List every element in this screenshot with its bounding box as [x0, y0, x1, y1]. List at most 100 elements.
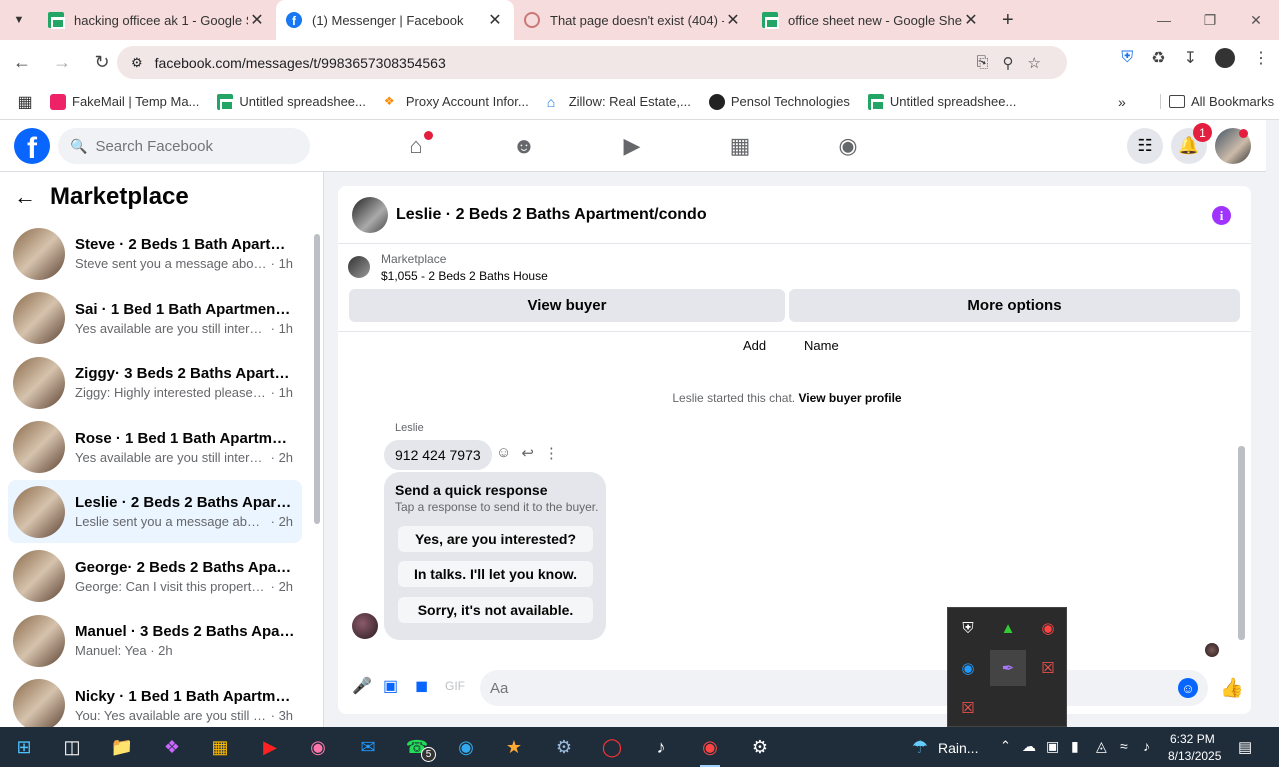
quick-reply-yes[interactable]: Yes, are you interested?	[398, 526, 593, 552]
nav-marketplace[interactable]: ▦	[710, 120, 770, 172]
chat-avatar[interactable]	[352, 196, 388, 233]
notification-center-icon[interactable]: ▤	[1238, 738, 1252, 756]
react-icon[interactable]: ☺	[496, 444, 511, 462]
shield-extension-icon[interactable]: ⛨	[1121, 49, 1133, 67]
conversation-item[interactable]: Rose · 1 Bed 1 Bath Apartment/condo Yes a…	[8, 416, 302, 479]
volume-icon[interactable]: ♪	[1143, 738, 1150, 754]
scrollbar-thumb[interactable]	[1238, 446, 1245, 640]
tab-search-dropdown-icon[interactable]: ▼	[0, 0, 38, 40]
browser-tab-3[interactable]: That page doesn't exist (404) - Facebook…	[514, 0, 752, 40]
quick-reply-sorry[interactable]: Sorry, it's not available.	[398, 597, 593, 623]
extensions-icon[interactable]: ♻	[1151, 48, 1165, 68]
onedrive-icon[interactable]: ☁	[1022, 738, 1036, 755]
bookmark-6[interactable]: Untitled spreadshee...	[867, 93, 1016, 111]
more-bookmarks-icon[interactable]: »	[1118, 94, 1126, 110]
conversation-item[interactable]: Sai · 1 Bed 1 Bath Apartment/condo Yes av…	[8, 287, 302, 350]
file-explorer-icon[interactable]: 📁	[102, 727, 142, 767]
back-icon[interactable]: ←	[4, 44, 40, 80]
reply-icon[interactable]: ↩	[521, 444, 534, 462]
new-tab-icon[interactable]: +	[1002, 9, 1014, 32]
message-bubble[interactable]: 912 424 7973	[384, 440, 492, 470]
nav-groups[interactable]: ◉	[818, 120, 878, 172]
google-drive-icon[interactable]: ▲	[990, 610, 1026, 646]
bookmark-4[interactable]: ⌂ Zillow: Real Estate,...	[547, 94, 691, 110]
tray-chevron-icon[interactable]: ⌃	[1000, 738, 1011, 754]
start-icon[interactable]: ⊞	[4, 727, 44, 767]
info-icon[interactable]: i	[1212, 206, 1231, 225]
reload-icon[interactable]: ↻	[84, 44, 120, 80]
all-bookmarks[interactable]: All Bookmarks	[1160, 94, 1274, 109]
app-icon[interactable]: ⚙	[544, 727, 584, 767]
pen-app-icon[interactable]: ✒	[990, 650, 1026, 686]
listing-thumbnail[interactable]	[348, 256, 370, 278]
window-close-icon[interactable]: ✕	[1233, 0, 1279, 40]
bookmark-3[interactable]: ❖ Proxy Account Infor...	[384, 94, 529, 110]
minimize-icon[interactable]: —	[1141, 0, 1187, 40]
conversation-item[interactable]: Leslie · 2 Beds 2 Baths Apartment/condo L…	[8, 480, 302, 543]
message-input[interactable]	[490, 679, 1170, 697]
view-buyer-profile-link[interactable]: View buyer profile	[798, 391, 901, 405]
conversation-item[interactable]: Manuel · 3 Beds 2 Baths Apartment/condo M…	[8, 609, 302, 672]
clock-date[interactable]: 8/13/2025	[1168, 749, 1221, 763]
task-view-icon[interactable]: ◫	[52, 727, 92, 767]
search-input[interactable]	[95, 137, 296, 155]
bookmark-star-icon[interactable]: ☆	[1028, 54, 1041, 72]
battery-icon[interactable]: ▮	[1071, 738, 1079, 755]
quick-reply-in-talks[interactable]: In talks. I'll let you know.	[398, 561, 593, 587]
listing-title[interactable]: $1,055 - 2 Beds 2 Baths House	[381, 269, 548, 283]
app-error-icon[interactable]: ☒	[950, 690, 986, 726]
conversation-scrollbar[interactable]	[312, 222, 322, 727]
nav-watch[interactable]: ▶	[602, 120, 662, 172]
weather-icon[interactable]: ☂	[900, 727, 940, 767]
url-bar[interactable]: ⚙ facebook.com/messages/t/99836573083545…	[117, 46, 1067, 79]
edge-icon[interactable]: ◉	[446, 727, 486, 767]
menu-button[interactable]: ☷	[1127, 128, 1163, 164]
browser-tab-2[interactable]: f (1) Messenger | Facebook ✕	[276, 0, 514, 40]
search-box[interactable]: 🔍	[58, 128, 310, 164]
tray-app-icon[interactable]: ◬	[1096, 738, 1107, 755]
install-app-icon[interactable]: ⎘	[977, 54, 989, 71]
tiktok-icon[interactable]: ♪	[641, 727, 681, 767]
close-tab-icon[interactable]: ✕	[248, 10, 266, 30]
chat-scrollbar[interactable]	[1235, 334, 1249, 656]
browser-tab-4[interactable]: office sheet new - Google Sheets ✕	[752, 0, 990, 40]
clock-time[interactable]: 6:32 PM	[1170, 732, 1215, 746]
app-error-icon[interactable]: ☒	[1030, 650, 1066, 686]
app-icon[interactable]: ◉	[298, 727, 338, 767]
photo-icon[interactable]: ▣	[383, 676, 398, 696]
close-tab-icon[interactable]: ✕	[486, 10, 504, 30]
facebook-logo[interactable]: f	[14, 128, 50, 164]
scrollbar-thumb[interactable]	[314, 234, 320, 524]
site-settings-icon[interactable]: ⚙	[131, 55, 143, 71]
youtube-icon[interactable]: ▶	[250, 727, 290, 767]
more-options-button[interactable]: More options	[789, 289, 1240, 322]
emoji-icon[interactable]: ☺	[1178, 678, 1198, 698]
settings-icon[interactable]: ⚙	[740, 727, 780, 767]
copilot-icon[interactable]: ❖	[152, 727, 192, 767]
view-buyer-button[interactable]: View buyer	[349, 289, 785, 322]
back-arrow-icon[interactable]: ←	[0, 184, 50, 210]
bookmark-2[interactable]: Untitled spreadshee...	[217, 93, 366, 111]
restore-icon[interactable]: ❐	[1187, 0, 1233, 40]
sender-avatar[interactable]	[352, 613, 378, 639]
conversation-item[interactable]: Steve · 2 Beds 1 Bath Apartment/condo Ste…	[8, 222, 302, 285]
zoom-icon[interactable]: ⚲	[1003, 54, 1014, 72]
close-tab-icon[interactable]: ✕	[724, 10, 742, 30]
downloads-icon[interactable]: ↧	[1184, 48, 1197, 68]
bookmark-1[interactable]: FakeMail | Temp Ma...	[50, 93, 199, 110]
chrome-icon[interactable]: ◉	[1030, 610, 1066, 646]
menu-kebab-icon[interactable]: ⋮	[1253, 48, 1269, 68]
tray-app-icon[interactable]: ▣	[1046, 738, 1059, 755]
nav-home[interactable]: ⌂	[386, 120, 446, 172]
like-icon[interactable]: 👍	[1220, 676, 1244, 700]
security-shield-icon[interactable]: ⛨	[950, 610, 986, 646]
conversation-item[interactable]: George· 2 Beds 2 Baths Apartment/condo Ge…	[8, 545, 302, 608]
page-scrollbar[interactable]	[1266, 120, 1279, 727]
message-input-box[interactable]: ☺	[480, 670, 1208, 706]
close-tab-icon[interactable]: ✕	[962, 10, 980, 30]
apps-grid-icon[interactable]: ▦	[0, 92, 50, 112]
opera-icon[interactable]: ◯	[592, 727, 632, 767]
store-icon[interactable]: ▦	[200, 727, 240, 767]
browser-tab-1[interactable]: hacking officee ak 1 - Google Sheets ✕	[38, 0, 276, 40]
bookmark-5[interactable]: Pensol Technologies	[708, 93, 850, 110]
